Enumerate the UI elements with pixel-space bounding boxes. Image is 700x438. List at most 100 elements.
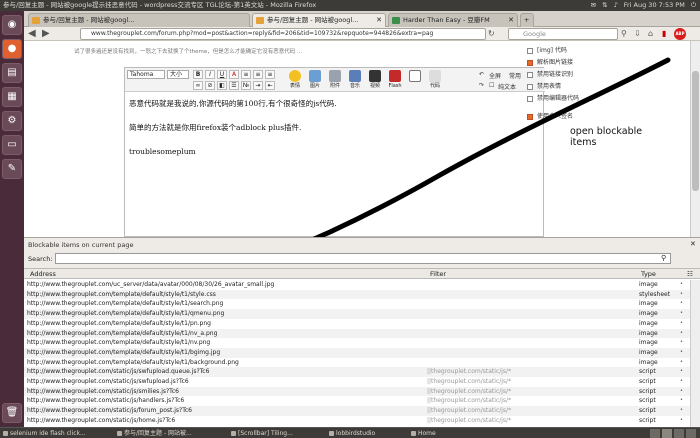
option-checkbox[interactable] [527,96,533,102]
volume-icon[interactable]: ♪ [614,0,618,11]
flash-button[interactable]: Flash [387,70,403,90]
option-checkbox[interactable] [527,48,533,54]
taskbar-item[interactable]: selenium ide flash click... [2,429,114,438]
font-color-icon[interactable]: A [229,70,239,79]
dash-button[interactable]: ◉ [2,15,22,35]
tab-forum-active[interactable]: 参与/回复主题 - 网站被googl... ✕ [252,13,386,27]
option-disable-links[interactable]: 禁用链接识别 [527,69,627,81]
option-signature[interactable]: 使用个人签名 [527,111,627,123]
option-parse-images[interactable]: 解析图片链接 [527,57,627,69]
column-type[interactable]: Type [641,269,656,279]
launcher-trash[interactable]: 🗑 [2,403,22,423]
ordered-list-icon[interactable]: № [241,81,251,90]
option-checkbox[interactable] [527,60,533,66]
indent-icon[interactable]: ⇥ [253,81,263,90]
table-row[interactable]: http://www.thegrouplet.com/static/js/smi… [24,386,690,397]
table-row[interactable]: http://www.thegrouplet.com/uc_server/dat… [24,280,690,290]
forward-button[interactable]: ▶ [42,28,50,40]
column-filter[interactable]: Filter [430,269,446,279]
workspace[interactable] [674,429,684,438]
search-icon[interactable]: ⚲ [661,254,666,262]
option-checkbox[interactable] [527,84,533,90]
emoji-button[interactable]: 表情 [287,70,303,90]
option-img-code[interactable]: [img] 代码 [527,45,627,57]
close-tab-icon[interactable]: ✕ [376,14,382,26]
music-button[interactable]: 音乐 [347,70,363,90]
bold-icon[interactable]: B [193,70,203,79]
table-scrollbar[interactable] [690,280,700,429]
network-icon[interactable]: ⇅ [602,0,607,11]
launcher-settings[interactable]: ⚙ [2,111,22,131]
option-disable-smilies[interactable]: 禁用表情 [527,81,627,93]
table-row[interactable]: http://www.thegrouplet.com/template/defa… [24,338,690,348]
download-icon[interactable]: ⇩ [634,28,641,40]
close-icon[interactable]: ✕ [690,240,696,248]
align-center-icon[interactable]: ≡ [253,70,263,79]
close-tab-icon[interactable]: ✕ [508,14,514,26]
workspace[interactable] [662,429,672,438]
mail-icon[interactable]: ✉ [591,0,596,11]
page-scrollbar[interactable] [690,41,700,237]
normal-mode-button[interactable]: 常用 [509,71,521,80]
unlink-icon[interactable]: ⊘ [205,81,215,90]
video-button[interactable]: 视频 [367,70,383,90]
table-row[interactable]: http://www.thegrouplet.com/static/js/swf… [24,377,690,387]
launcher-editor[interactable]: ✎ [2,159,22,179]
adblock-plus-button[interactable]: ABP [674,28,686,40]
font-select[interactable]: Tahoma [127,70,165,79]
search-icon[interactable]: ⚲ [621,28,627,40]
table-row[interactable]: http://www.thegrouplet.com/template/defa… [24,289,690,300]
table-row[interactable]: http://www.thegrouplet.com/static/js/swf… [24,367,690,377]
undo-icon[interactable]: ↶ [479,71,484,78]
outdent-icon[interactable]: ⇤ [265,81,275,90]
taskbar-item[interactable]: [Scrollbar] Tiling... [230,429,326,438]
back-button[interactable]: ◀ [28,28,36,40]
table-row[interactable]: http://www.thegrouplet.com/static/js/han… [24,396,690,406]
power-icon[interactable]: ⏻ [691,0,696,11]
taskbar-item[interactable]: Home [410,429,490,438]
search-box[interactable]: Google [508,28,618,40]
table-row[interactable]: http://www.thegrouplet.com/template/defa… [24,328,690,339]
blockable-search-input[interactable] [55,253,671,264]
option-disable-editor-code[interactable]: 禁用编辑器代码 [527,93,627,105]
plaintext-checkbox[interactable]: ☐ [489,82,494,89]
table-row[interactable]: http://www.thegrouplet.com/template/defa… [24,309,690,319]
table-row[interactable]: http://www.thegrouplet.com/static/js/for… [24,406,690,416]
size-select[interactable]: 大小 [167,70,189,79]
workspace[interactable] [686,429,696,438]
table-row[interactable]: http://www.thegrouplet.com/template/defa… [24,319,690,329]
link-icon[interactable]: ∞ [193,81,203,90]
workspace-switcher[interactable] [650,429,696,438]
launcher-firefox[interactable]: ● [2,39,22,59]
fullscreen-button[interactable]: 全屏 [489,71,501,80]
attach-button[interactable]: 附件 [327,70,343,90]
workspace[interactable] [650,429,660,438]
code-button[interactable]: 代码 [427,70,443,90]
align-right-icon[interactable]: ≡ [265,70,275,79]
tab-forum-reply[interactable]: 参与/回复主题 - 网站被googl... [28,13,250,27]
image-button[interactable]: 图片 [307,70,323,90]
align-left-icon[interactable]: ≡ [241,70,251,79]
table-row[interactable]: http://www.thegrouplet.com/static/js/hom… [24,416,690,426]
list-icon[interactable]: ☰ [229,81,239,90]
table-row[interactable]: http://www.thegrouplet.com/template/defa… [24,299,690,309]
bookmark-icon[interactable]: ▮ [662,28,666,40]
launcher-app[interactable]: ▦ [2,87,22,107]
post-editor[interactable]: Tahoma 大小 B I U A ≡ ≡ ≡ ∞ ⊘ ◧ ☰ № ⇥ ⇤ 表情… [124,67,545,237]
option-checkbox[interactable] [527,72,533,78]
taskbar-item[interactable]: lobbirdstudio [328,429,408,438]
column-picker-icon[interactable]: ☷ [687,269,693,279]
at-button[interactable] [407,70,423,90]
taskbar-item[interactable]: 参与/回复主题 - 网站被... [116,429,228,438]
new-tab-button[interactable]: + [520,13,534,27]
table-row[interactable]: http://www.thegrouplet.com/template/defa… [24,358,690,368]
option-checkbox[interactable] [527,114,533,120]
home-icon[interactable]: ⌂ [648,28,653,40]
background-color-icon[interactable]: ◧ [217,81,227,90]
url-bar[interactable]: www.thegrouplet.com/forum.php?mod=post&a… [80,28,486,40]
italic-icon[interactable]: I [205,70,215,79]
reload-icon[interactable]: ↻ [488,28,495,40]
tab-douban-fm[interactable]: Harder Than Easy - 豆瓣FM ✕ [388,13,518,27]
scrollbar-thumb[interactable] [692,71,699,191]
redo-icon[interactable]: ↷ [479,82,484,89]
